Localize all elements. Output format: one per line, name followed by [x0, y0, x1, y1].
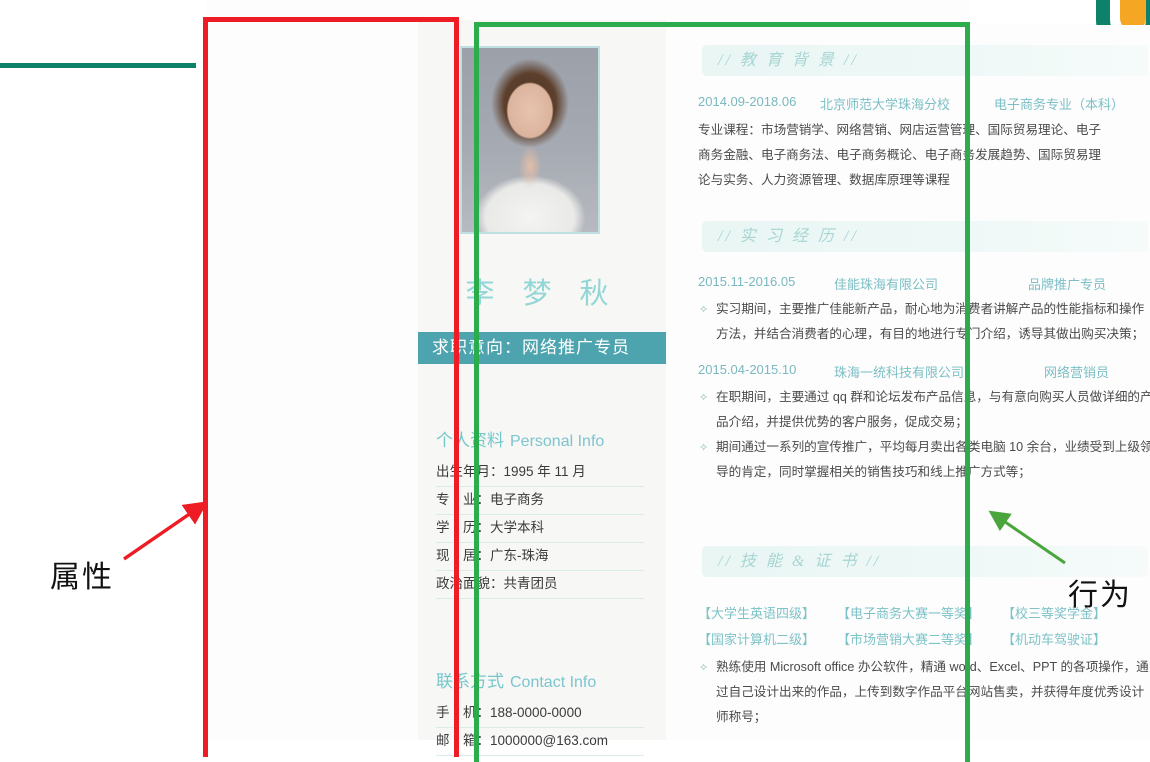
education-major: 电子商务专业（本科） [994, 97, 1125, 112]
behavior-annotation-label: 行为 [1068, 579, 1132, 612]
behavior-arrow-icon [988, 510, 1066, 565]
skill-tag: 【机动车驾驶证】 [1002, 632, 1107, 647]
slide-canvas: 李 梦 秋 求职意向：网络推广专员 个人资料 Personal Info 出生年月… [0, 0, 1150, 762]
attribute-highlight-box [203, 17, 459, 757]
decorative-rule-left [0, 63, 196, 68]
internship-role: 品牌推广专员 [1028, 277, 1107, 292]
internship-role: 网络营销员 [1044, 365, 1110, 380]
attribute-arrow-icon [123, 501, 208, 561]
attribute-annotation-label: 属性 [50, 561, 114, 594]
behavior-highlight-box [474, 22, 970, 762]
